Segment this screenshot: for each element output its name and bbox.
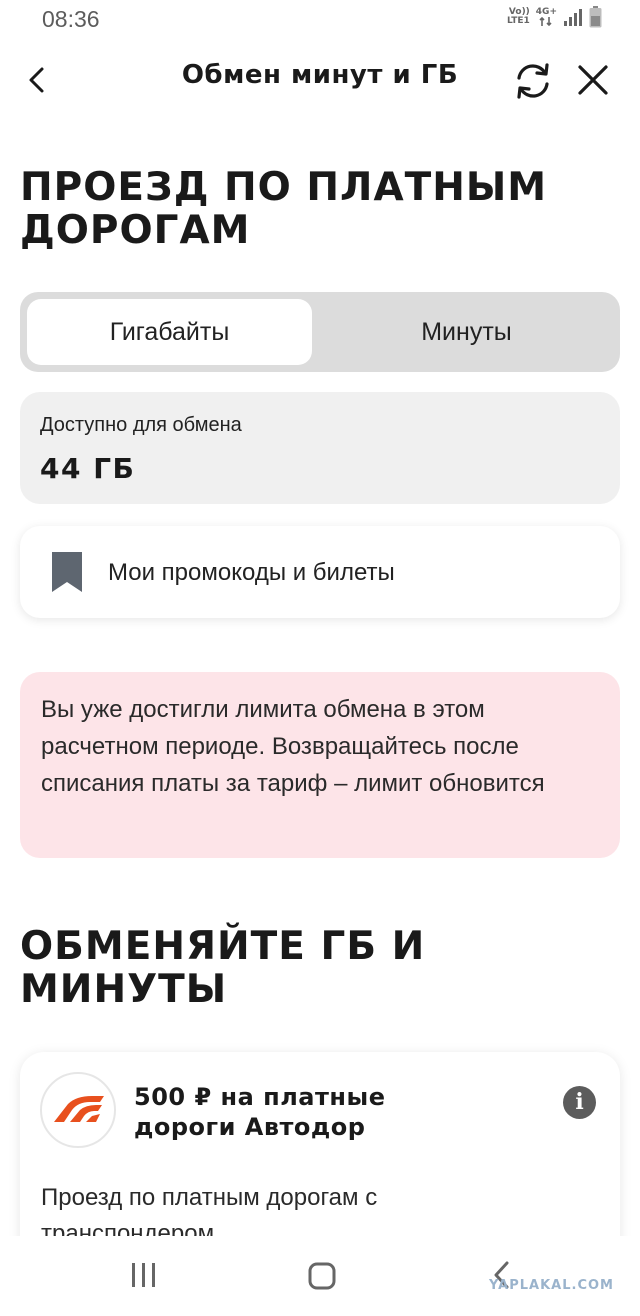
- avtodor-logo-icon: [40, 1072, 116, 1148]
- promocodes-tickets-label: Мои промокоды и билеты: [108, 559, 395, 586]
- data-arrows-icon: [539, 17, 552, 26]
- close-icon[interactable]: [576, 63, 610, 97]
- promocodes-tickets-button[interactable]: Мои промокоды и билеты: [20, 526, 620, 618]
- signal-icon: [564, 9, 582, 26]
- refresh-icon[interactable]: [512, 60, 554, 102]
- page-heading: ПРОЕЗД ПО ПЛАТНЫМ ДОРОГАМ: [20, 165, 548, 253]
- tab-gigabytes[interactable]: Гигабайты: [27, 299, 312, 365]
- recents-icon[interactable]: [130, 1262, 158, 1288]
- lte-label: LTE1: [507, 16, 530, 26]
- bookmark-icon: [52, 552, 82, 592]
- battery-icon: [589, 6, 602, 28]
- exchange-section-heading: ОБМЕНЯЙТЕ ГБ И МИНУТЫ: [20, 924, 426, 1012]
- available-balance-card: Доступно для обмена 44 ГБ: [20, 392, 620, 504]
- network-label: 4G+: [535, 7, 557, 17]
- unit-segmented-control: Гигабайты Минуты: [20, 292, 620, 372]
- tab-minutes[interactable]: Минуты: [320, 299, 613, 365]
- status-icons: Vo)) LTE1 4G+: [507, 6, 602, 28]
- available-label: Доступно для обмена: [40, 414, 242, 436]
- home-icon[interactable]: [308, 1262, 336, 1290]
- offer-title: 500 ₽ на платные дороги Автодор: [134, 1083, 386, 1141]
- info-icon[interactable]: i: [563, 1086, 596, 1119]
- network-indicator: 4G+: [536, 8, 557, 26]
- volte-indicator: Vo)) LTE1: [507, 8, 530, 26]
- limit-warning-banner: Вы уже достигли лимита обмена в этом рас…: [20, 672, 620, 858]
- limit-warning-text: Вы уже достигли лимита обмена в этом рас…: [41, 696, 545, 797]
- system-navigation-bar: [0, 1236, 640, 1316]
- status-time: 08:36: [42, 6, 100, 32]
- available-value: 44 ГБ: [40, 452, 136, 485]
- watermark: YAPLAKAL.COM: [489, 1278, 614, 1293]
